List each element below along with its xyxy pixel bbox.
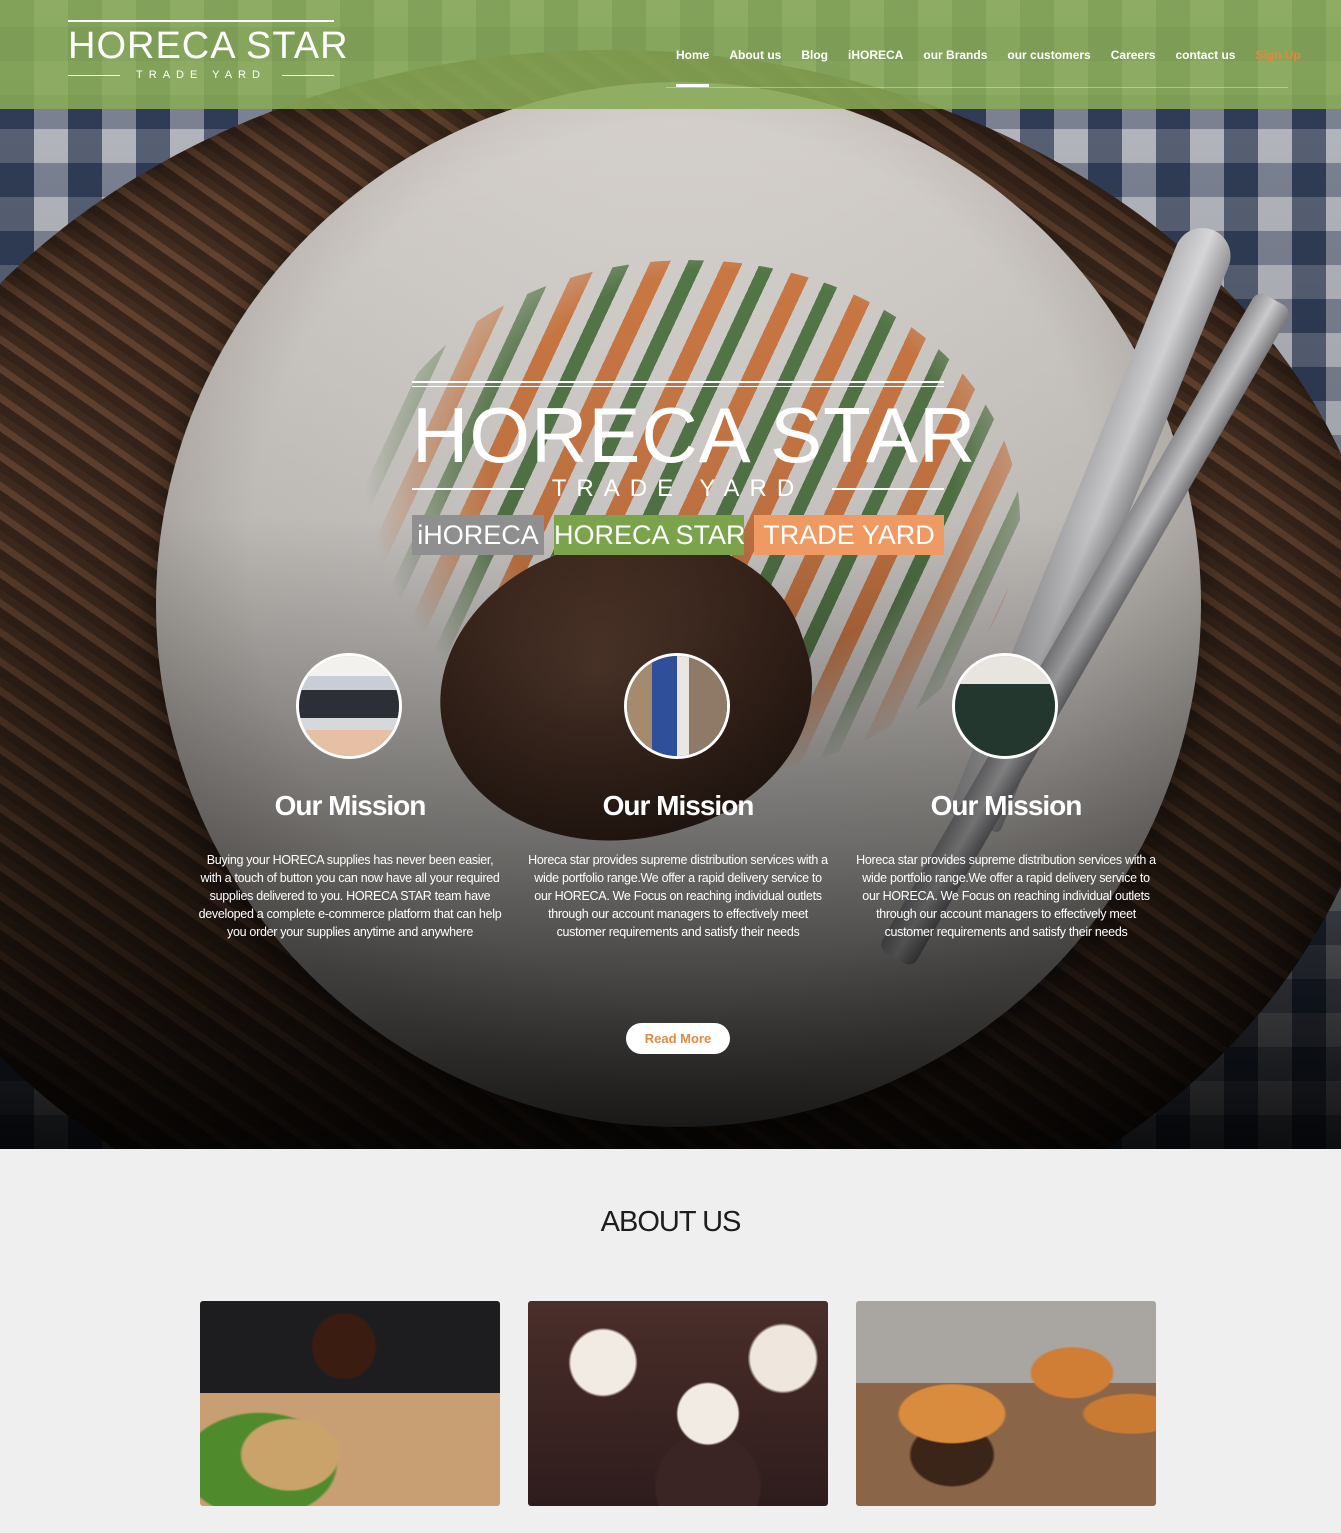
nav-our-customers[interactable]: our customers <box>997 46 1100 66</box>
hero-section <box>0 0 1341 1149</box>
mission-image-delivery <box>624 653 730 759</box>
brand-badges: iHORECA HORECA STAR TRADE YARD <box>412 515 944 555</box>
brand-subtitle-row: TRADE YARD <box>412 477 944 501</box>
brand-subtitle: TRADE YARD <box>551 475 805 502</box>
nav-contact-us[interactable]: contact us <box>1165 46 1245 66</box>
mission-text: Horeca star provides supreme distributio… <box>856 853 1156 939</box>
mission-image-storefront <box>952 653 1058 759</box>
logo-rule <box>68 20 334 22</box>
about-card-burgers[interactable] <box>856 1301 1156 1506</box>
main-nav: Home About us Blog iHORECA our Brands ou… <box>666 46 1311 66</box>
logo-title: HORECA STAR <box>68 25 349 67</box>
mission-image-laptop <box>296 653 402 759</box>
logo-rule-left <box>68 75 120 76</box>
brand-title: HORECA STAR <box>412 391 977 479</box>
nav-home[interactable]: Home <box>666 46 719 66</box>
nav-our-brands[interactable]: our Brands <box>913 46 997 66</box>
about-card-burger-coffee[interactable] <box>200 1301 500 1506</box>
badge-horeca-star: HORECA STAR <box>554 515 746 555</box>
mission-text: Horeca star provides supreme distributio… <box>528 853 828 939</box>
hero-overlay <box>0 0 1341 1149</box>
logo-subtitle: TRADE YARD <box>136 69 266 81</box>
nav-ihoreca[interactable]: iHORECA <box>838 46 913 66</box>
nav-careers[interactable]: Careers <box>1101 46 1166 66</box>
mission-text: Buying your HORECA supplies has never be… <box>198 853 502 939</box>
mission-title: Our Mission <box>930 790 1083 821</box>
brand-rule-right <box>832 488 944 490</box>
logo-subtitle-row: TRADE YARD <box>68 68 334 82</box>
nav-blog[interactable]: Blog <box>791 46 838 66</box>
about-us-heading: ABOUT US <box>600 1206 742 1238</box>
about-card-cupcakes[interactable] <box>528 1301 828 1506</box>
brand-rule-top <box>412 381 944 383</box>
site-header: HORECA STAR TRADE YARD Home About us Blo… <box>0 0 1341 109</box>
badge-trade-yard: TRADE YARD <box>754 515 944 555</box>
brand-rule-left <box>412 488 524 490</box>
logo-rule-right <box>282 75 334 76</box>
nav-about-us[interactable]: About us <box>719 46 791 66</box>
site-logo[interactable]: HORECA STAR TRADE YARD <box>68 20 349 82</box>
nav-sign-up[interactable]: Sign Up <box>1245 46 1310 66</box>
brand-rule-top-thin <box>412 386 944 387</box>
nav-divider <box>666 87 1288 88</box>
read-more-button[interactable]: Read More <box>626 1023 730 1054</box>
mission-title: Our Mission <box>602 790 755 821</box>
hero-brand-logo: HORECA STAR TRADE YARD iHORECA HORECA ST… <box>412 381 977 555</box>
badge-ihoreca: iHORECA <box>412 515 544 555</box>
mission-title: Our Mission <box>274 790 427 821</box>
